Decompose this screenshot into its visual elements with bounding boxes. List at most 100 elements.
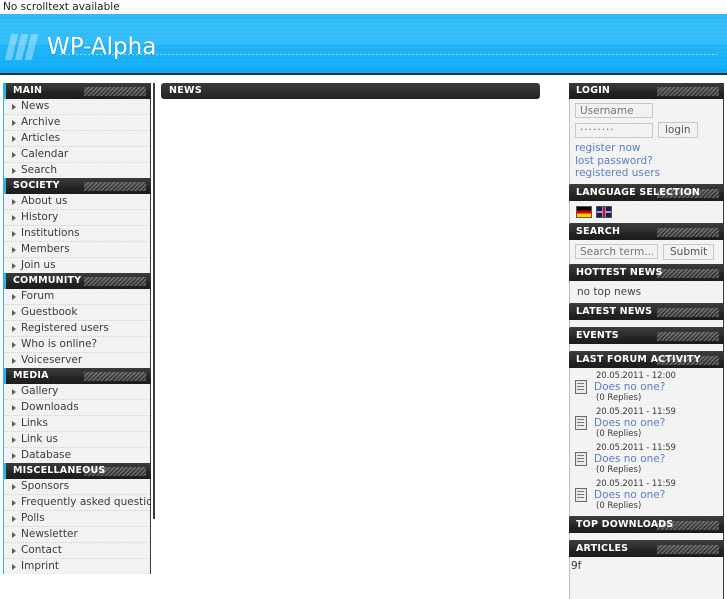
forum-post-icon [575,451,587,466]
search-panel: SEARCH Submit [569,223,724,265]
search-submit-button[interactable]: Submit [663,243,715,260]
sidebar-block-title: MEDIA [13,370,49,381]
top-downloads-panel-header: TOP DOWNLOADS [569,516,724,533]
sidebar-item-voiceserver[interactable]: Voiceserver [4,353,150,368]
sidebar-item-join-us[interactable]: Join us [4,258,150,273]
sidebar-item-about-us[interactable]: About us [4,194,150,210]
bullet-arrow-icon [12,342,16,348]
events-panel-header: EVENTS [569,327,724,344]
forum-activity-title[interactable]: Does no one? [594,381,719,393]
bullet-arrow-icon [12,104,16,110]
bullet-arrow-icon [12,168,16,174]
articles-panel-header: ARTICLES [569,540,724,557]
hottest-news-panel-header: HOTTEST NEWS [569,264,724,281]
sidebar-item-label: Contact [21,544,62,556]
sidebar-item-newsletter[interactable]: Newsletter [4,527,150,543]
sidebar-item-archive[interactable]: Archive [4,115,150,131]
forum-activity-replies: (0 Replies) [596,428,642,439]
sidebar-item-label: Articles [21,132,61,144]
sidebar-item-who-is-online[interactable]: Who is online? [4,337,150,353]
forum-activity-panel-header: LAST FORUM ACTIVITY [569,351,724,368]
sidebar-item-imprint[interactable]: Imprint [4,559,150,574]
bullet-arrow-icon [12,548,16,554]
right-sidebar: LOGIN login register now lost password? … [569,83,724,599]
panel-hatch-decoration [657,227,719,237]
forum-activity-item[interactable]: 20.05.2011 - 11:59 Does no one? (0 Repli… [574,442,719,477]
english-flag-icon[interactable] [596,205,612,218]
sidebar-item-guestbook[interactable]: Guestbook [4,305,150,321]
sidebar-item-link-us[interactable]: Link us [4,432,150,448]
forum-activity-replies: (0 Replies) [596,392,642,403]
sidebar-item-label: Members [21,243,70,255]
sidebar-item-forum[interactable]: Forum [4,289,150,305]
login-panel-header: LOGIN [569,83,724,99]
hottest-news-empty-text: no top news [577,285,642,298]
sidebar-item-frequently-asked-questions[interactable]: Frequently asked questions [4,495,150,511]
sidebar-item-calendar[interactable]: Calendar [4,147,150,163]
german-flag-icon[interactable] [576,205,592,218]
sidebar-item-members[interactable]: Members [4,242,150,258]
sidebar-block-header: COMMUNITY [3,273,151,289]
bullet-arrow-icon [12,421,16,427]
password-input[interactable] [575,122,653,138]
bullet-arrow-icon [12,532,16,538]
sidebar-item-sponsors[interactable]: Sponsors [4,479,150,495]
sidebar-item-label: Join us [21,259,56,271]
news-panel-body [161,99,564,519]
panel-hatch-decoration [84,87,146,96]
sidebar-item-registered-users[interactable]: Registered users [4,321,150,337]
sidebar-item-label: Calendar [21,148,69,160]
forum-activity-title[interactable]: Does no one? [594,489,719,501]
sidebar-item-label: Polls [21,512,45,524]
forum-activity-replies: (0 Replies) [596,464,642,475]
sidebar-block-community: COMMUNITY Forum Guestbook Registered users W… [3,273,151,368]
sidebar-item-polls[interactable]: Polls [4,511,150,527]
sidebar-item-history[interactable]: History [4,210,150,226]
forum-activity-title[interactable]: Does no one? [594,453,719,465]
login-button[interactable]: login [658,122,698,138]
sidebar-item-links[interactable]: Links [4,416,150,432]
sidebar-item-gallery[interactable]: Gallery [4,384,150,400]
forum-activity-item[interactable]: 20.05.2011 - 11:59 Does no one? (0 Repli… [574,406,719,441]
latest-news-panel-header: LATEST NEWS [569,303,724,320]
username-input[interactable] [575,103,653,118]
sidebar-block-body: Sponsors Frequently asked questions Polls N… [3,479,151,574]
sidebar-item-institutions[interactable]: Institutions [4,226,150,242]
registered-users-link[interactable]: registered users [575,167,718,180]
sidebar-item-news[interactable]: News [4,99,150,115]
login-links: register now lost password? registered u… [575,142,718,180]
sidebar-item-database[interactable]: Database [4,448,150,463]
lost-password-link[interactable]: lost password? [575,155,718,168]
sidebar-item-label: Sponsors [21,480,70,492]
search-input[interactable] [575,244,658,259]
articles-panel-title: ARTICLES [576,542,629,554]
sidebar-block-title: COMMUNITY [13,275,82,286]
site-header: WP-Alpha [0,14,727,75]
sidebar-item-label: Newsletter [21,528,78,540]
panel-hatch-decoration [657,268,719,278]
bullet-arrow-icon [12,389,16,395]
sidebar-item-search[interactable]: Search [4,163,150,178]
bullet-arrow-icon [12,294,16,300]
latest-news-panel-title: LATEST NEWS [576,305,653,317]
panel-hatch-decoration [657,87,719,96]
top-downloads-panel: TOP DOWNLOADS [569,516,724,541]
events-panel: EVENTS [569,327,724,352]
sidebar-block-header: SOCIETY [3,178,151,194]
forum-activity-item[interactable]: 20.05.2011 - 11:59 Does no one? (0 Repli… [574,478,719,513]
register-now-link[interactable]: register now [575,142,718,155]
sidebar-item-label: Forum [21,290,55,302]
bullet-arrow-icon [12,564,16,570]
events-panel-body [569,343,724,352]
bullet-arrow-icon [12,437,16,443]
main-content: NEWS [153,83,564,519]
panel-hatch-decoration [657,188,719,198]
latest-news-panel: LATEST NEWS [569,303,724,328]
bullet-arrow-icon [12,231,16,237]
forum-activity-item[interactable]: 20.05.2011 - 12:00 Does no one? (0 Repli… [574,370,719,405]
sidebar-item-articles[interactable]: Articles [4,131,150,147]
sidebar-item-downloads[interactable]: Downloads [4,400,150,416]
forum-activity-title[interactable]: Does no one? [594,417,719,429]
top-downloads-panel-body [569,532,724,541]
sidebar-item-contact[interactable]: Contact [4,543,150,559]
